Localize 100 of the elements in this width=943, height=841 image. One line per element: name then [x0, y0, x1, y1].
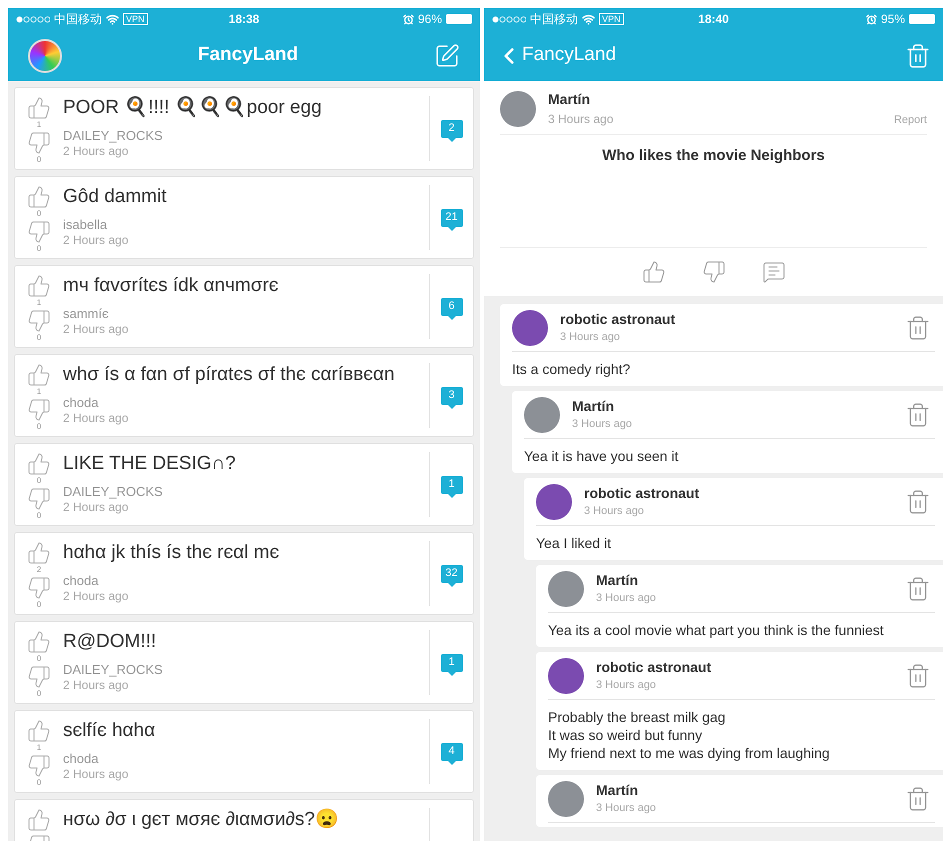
alarm-icon	[402, 14, 414, 24]
thumbs-up-icon[interactable]	[642, 260, 666, 284]
thumbs-down-icon[interactable]	[27, 220, 51, 244]
comment-author: robotic astronaut	[584, 484, 700, 502]
thumbs-down-icon[interactable]	[27, 131, 51, 155]
post-title: R@DOM!!!	[63, 630, 158, 654]
thumbs-up-icon[interactable]	[27, 541, 51, 565]
avatar-placeholder	[548, 781, 584, 817]
post-title: LIKE THE DESIG∩?	[63, 452, 237, 476]
carrier-name: 中国移动	[54, 11, 102, 28]
delete-icon[interactable]	[905, 42, 931, 68]
post-card[interactable]: нσω ∂σ ι gєт мσяє ∂ιαмσи∂ѕ?😦	[14, 799, 474, 841]
post-card[interactable]: 1 0 mч fαvσrítєs ídk αnчmσrє sammíє 2 Hours ago 6	[14, 265, 474, 348]
wifi-icon	[582, 12, 595, 26]
post-author: Martín	[548, 90, 591, 109]
thumbs-down-icon[interactable]	[27, 665, 51, 689]
post-card[interactable]: 0 0 LIKE THE DESIG∩? DAILEY_ROCKS 2 Hours ago 1	[14, 443, 474, 526]
thumbs-up-icon[interactable]	[27, 363, 51, 387]
comment-author: Martín	[572, 397, 615, 415]
post-author: choda	[63, 751, 100, 767]
thumbs-up-icon[interactable]	[27, 452, 51, 476]
post-time: 2 Hours ago	[63, 411, 130, 426]
comment-author: robotic astronaut	[596, 658, 712, 676]
comment-text: Yea it is have you seen it	[524, 447, 680, 466]
clock-time: 18:38	[228, 11, 260, 28]
avatar-placeholder	[548, 658, 584, 694]
like-count: 0	[36, 209, 42, 218]
post-author: DAILEY_ROCKS	[63, 484, 164, 500]
battery-percent: 95%	[880, 11, 906, 28]
signal-dots-icon	[492, 16, 526, 22]
comment-time: 3 Hours ago	[560, 330, 621, 345]
post-title: hαhα jk thís ís thє rєαl mє	[63, 541, 280, 565]
battery-percent: 96%	[418, 11, 442, 28]
comment-time: 3 Hours ago	[596, 801, 657, 816]
delete-icon[interactable]	[905, 489, 931, 515]
thumbs-up-icon[interactable]	[27, 630, 51, 654]
thumbs-down-icon[interactable]	[27, 309, 51, 333]
like-count: 1	[36, 298, 42, 307]
post-time: 2 Hours ago	[63, 322, 130, 337]
post-author: choda	[63, 395, 100, 411]
post-title: whσ ís α fαn σf pírαtєs σf thє cαríввєαn	[63, 363, 396, 387]
delete-icon[interactable]	[905, 663, 931, 689]
delete-icon[interactable]	[905, 576, 931, 602]
thumbs-up-icon[interactable]	[27, 719, 51, 743]
post-title: POOR 🍳!!!! 🍳🍳🍳poor egg	[63, 96, 323, 120]
comment-time: 3 Hours ago	[596, 591, 657, 606]
signal-dots-icon	[16, 16, 50, 22]
like-count: 2	[36, 565, 42, 574]
post-card[interactable]: 1 0 sєlfíє hαhα choda 2 Hours ago 4	[14, 710, 474, 793]
post-title: нσω ∂σ ι gєт мσяє ∂ιαмσи∂ѕ?😦	[63, 808, 340, 832]
comment-author: Martín	[596, 571, 639, 589]
post-card[interactable]: 1 0 whσ ís α fαn σf pírαtєs σf thє cαríввєαn choda 2 Hours ago 3	[14, 354, 474, 437]
post-time: 2 Hours ago	[63, 500, 130, 515]
post-time: 2 Hours ago	[63, 144, 130, 159]
dislike-count: 0	[36, 511, 42, 520]
dislike-count: 0	[36, 155, 42, 164]
dislike-count: 0	[36, 422, 42, 431]
delete-icon[interactable]	[905, 402, 931, 428]
alarm-icon	[866, 14, 877, 24]
thumbs-up-icon[interactable]	[27, 274, 51, 298]
dislike-count: 0	[36, 244, 42, 253]
clock-time: 18:40	[698, 11, 729, 28]
post-author: choda	[63, 573, 100, 589]
comment-text: Probably the breast milk gag It was so weird but funny My friend next to me was dying from laughing	[548, 708, 831, 763]
post-card[interactable]: 2 0 hαhα jk thís ís thє rєαl mє choda 2 Hours ago 32	[14, 532, 474, 615]
post-time: 2 Hours ago	[63, 589, 130, 604]
post-time: 3 Hours ago	[548, 111, 614, 128]
app-logo-icon[interactable]	[28, 38, 62, 72]
thumbs-up-icon[interactable]	[27, 808, 51, 832]
dislike-count: 0	[36, 600, 42, 609]
thumbs-down-icon[interactable]	[27, 754, 51, 778]
post-card[interactable]: 1 0 POOR 🍳!!!! 🍳🍳🍳poor egg DAILEY_ROCKS 2 Hours ago 2	[14, 87, 474, 170]
dislike-count: 0	[36, 689, 42, 698]
post-time: 2 Hours ago	[63, 767, 130, 782]
avatar-placeholder	[548, 571, 584, 607]
battery-icon	[446, 14, 472, 24]
app-title: FancyLand	[196, 43, 300, 68]
thumbs-down-icon[interactable]	[27, 487, 51, 511]
post-card[interactable]: 0 0 R@DOM!!! DAILEY_ROCKS 2 Hours ago 1	[14, 621, 474, 704]
comment-time: 3 Hours ago	[584, 504, 645, 519]
thumbs-down-icon[interactable]	[27, 398, 51, 422]
thumbs-down-icon[interactable]	[27, 576, 51, 600]
like-count: 1	[36, 743, 42, 752]
delete-icon[interactable]	[905, 315, 931, 341]
thumbs-up-icon[interactable]	[27, 96, 51, 120]
thumbs-up-icon[interactable]	[27, 185, 51, 209]
post-author: isabella	[63, 217, 108, 233]
thumbs-down-icon[interactable]	[702, 260, 726, 284]
comment-author: Martín	[596, 781, 639, 799]
avatar-placeholder	[536, 484, 572, 520]
vpn-badge: VPN	[599, 13, 624, 25]
post-time: 2 Hours ago	[63, 678, 130, 693]
post-author: DAILEY_ROCKS	[63, 128, 164, 144]
comment-icon[interactable]	[762, 260, 786, 284]
delete-icon[interactable]	[905, 786, 931, 812]
comment-text: Yea its a cool movie what part you think is the funniest	[548, 621, 885, 640]
compose-icon[interactable]	[434, 42, 460, 68]
like-count: 1	[36, 120, 42, 129]
post-card[interactable]: 0 0 Gôd dammit isabella 2 Hours ago 21	[14, 176, 474, 259]
post-time: 2 Hours ago	[63, 233, 130, 248]
